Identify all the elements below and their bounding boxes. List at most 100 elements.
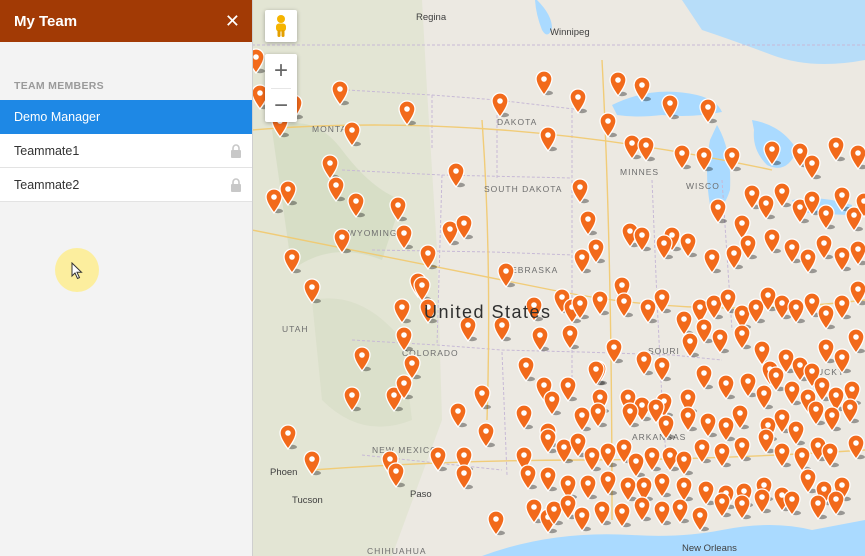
zoom-in-button[interactable]: +: [265, 54, 297, 88]
location-marker-icon[interactable]: [694, 146, 714, 172]
location-marker-icon[interactable]: [388, 196, 408, 222]
location-marker-icon[interactable]: [698, 412, 718, 438]
location-marker-icon[interactable]: [560, 324, 580, 350]
location-marker-icon[interactable]: [752, 488, 772, 514]
location-marker-icon[interactable]: [590, 290, 610, 316]
location-marker-icon[interactable]: [848, 280, 865, 306]
location-marker-icon[interactable]: [332, 228, 352, 254]
location-marker-icon[interactable]: [454, 464, 474, 490]
location-marker-icon[interactable]: [394, 374, 414, 400]
location-marker-icon[interactable]: [342, 121, 362, 147]
location-marker-icon[interactable]: [538, 466, 558, 492]
location-marker-icon[interactable]: [397, 100, 417, 126]
location-marker-icon[interactable]: [592, 500, 612, 526]
location-marker-icon[interactable]: [518, 464, 538, 490]
location-marker-icon[interactable]: [572, 506, 592, 532]
location-marker-icon[interactable]: [446, 162, 466, 188]
map-view[interactable]: Regina Winnipeg MONTANA DAKOTA MINNES SO…: [252, 0, 865, 556]
location-marker-icon[interactable]: [670, 498, 690, 524]
location-marker-icon[interactable]: [386, 462, 406, 488]
location-marker-icon[interactable]: [486, 510, 506, 536]
location-marker-icon[interactable]: [326, 176, 346, 202]
location-marker-icon[interactable]: [636, 136, 656, 162]
location-marker-icon[interactable]: [820, 442, 840, 468]
location-marker-icon[interactable]: [846, 328, 865, 354]
location-marker-icon[interactable]: [490, 92, 510, 118]
location-marker-icon[interactable]: [652, 356, 672, 382]
location-marker-icon[interactable]: [840, 398, 860, 424]
location-marker-icon[interactable]: [496, 262, 516, 288]
location-marker-icon[interactable]: [394, 224, 414, 250]
location-marker-icon[interactable]: [762, 228, 782, 254]
location-marker-icon[interactable]: [732, 436, 752, 462]
location-marker-icon[interactable]: [846, 434, 865, 460]
location-marker-icon[interactable]: [730, 404, 750, 430]
location-marker-icon[interactable]: [542, 390, 562, 416]
location-marker-icon[interactable]: [252, 48, 266, 74]
location-marker-icon[interactable]: [330, 80, 350, 106]
location-marker-icon[interactable]: [514, 404, 534, 430]
location-marker-icon[interactable]: [608, 71, 628, 97]
location-marker-icon[interactable]: [678, 406, 698, 432]
team-member-teammate2[interactable]: Teammate2: [0, 168, 252, 202]
location-marker-icon[interactable]: [392, 298, 412, 324]
location-marker-icon[interactable]: [702, 248, 722, 274]
location-marker-icon[interactable]: [722, 146, 742, 172]
location-marker-icon[interactable]: [278, 180, 298, 206]
location-marker-icon[interactable]: [712, 442, 732, 468]
location-marker-icon[interactable]: [632, 226, 652, 252]
close-icon[interactable]: ✕: [225, 12, 240, 30]
team-member-teammate1[interactable]: Teammate1: [0, 134, 252, 168]
location-marker-icon[interactable]: [428, 446, 448, 472]
location-marker-icon[interactable]: [690, 506, 710, 532]
location-marker-icon[interactable]: [578, 210, 598, 236]
location-marker-icon[interactable]: [826, 136, 846, 162]
location-marker-icon[interactable]: [732, 324, 752, 350]
location-marker-icon[interactable]: [278, 424, 298, 450]
location-marker-icon[interactable]: [772, 442, 792, 468]
location-marker-icon[interactable]: [476, 422, 496, 448]
location-marker-icon[interactable]: [570, 294, 590, 320]
location-marker-icon[interactable]: [472, 384, 492, 410]
location-marker-icon[interactable]: [568, 88, 588, 114]
location-marker-icon[interactable]: [632, 76, 652, 102]
location-marker-icon[interactable]: [762, 140, 782, 166]
location-marker-icon[interactable]: [614, 292, 634, 318]
location-marker-icon[interactable]: [632, 496, 652, 522]
location-marker-icon[interactable]: [342, 386, 362, 412]
location-marker-icon[interactable]: [698, 98, 718, 124]
location-marker-icon[interactable]: [652, 288, 672, 314]
location-marker-icon[interactable]: [588, 402, 608, 428]
location-marker-icon[interactable]: [570, 178, 590, 204]
location-marker-icon[interactable]: [772, 182, 792, 208]
location-marker-icon[interactable]: [394, 326, 414, 352]
location-marker-icon[interactable]: [352, 346, 372, 372]
location-marker-icon[interactable]: [656, 414, 676, 440]
location-marker-icon[interactable]: [708, 198, 728, 224]
location-marker-icon[interactable]: [642, 446, 662, 472]
location-marker-icon[interactable]: [516, 356, 536, 382]
location-marker-icon[interactable]: [848, 144, 865, 170]
street-view-pegman-button[interactable]: [265, 10, 297, 42]
location-marker-icon[interactable]: [732, 494, 752, 520]
zoom-out-button[interactable]: −: [265, 89, 297, 123]
location-marker-icon[interactable]: [782, 490, 802, 516]
location-marker-icon[interactable]: [808, 494, 828, 520]
location-marker-icon[interactable]: [814, 234, 834, 260]
location-marker-icon[interactable]: [448, 402, 468, 428]
location-marker-icon[interactable]: [534, 70, 554, 96]
location-marker-icon[interactable]: [652, 500, 672, 526]
location-marker-icon[interactable]: [660, 94, 680, 120]
location-marker-icon[interactable]: [802, 154, 822, 180]
location-marker-icon[interactable]: [538, 126, 558, 152]
location-marker-icon[interactable]: [578, 474, 598, 500]
location-marker-icon[interactable]: [674, 450, 694, 476]
location-marker-icon[interactable]: [586, 360, 606, 386]
location-marker-icon[interactable]: [620, 402, 640, 428]
location-marker-icon[interactable]: [418, 244, 438, 270]
location-marker-icon[interactable]: [854, 192, 865, 218]
location-marker-icon[interactable]: [692, 438, 712, 464]
location-marker-icon[interactable]: [530, 326, 550, 352]
location-marker-icon[interactable]: [654, 234, 674, 260]
location-marker-icon[interactable]: [678, 232, 698, 258]
